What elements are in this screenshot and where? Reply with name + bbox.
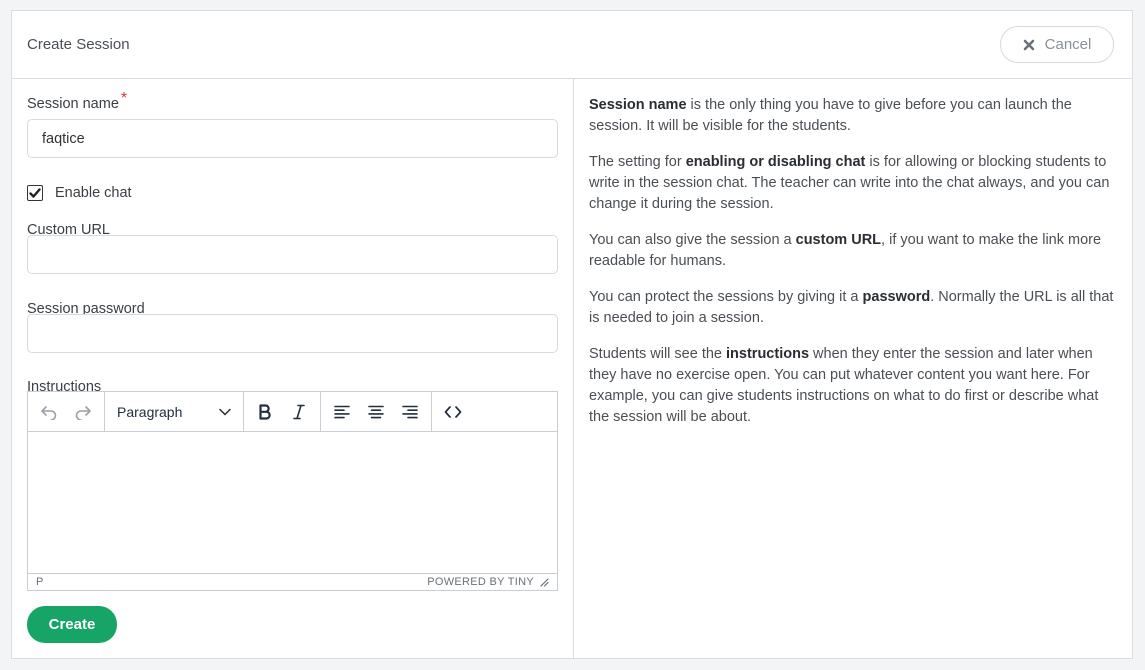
form-column: Session name* Enable chat Custom URL Ses… bbox=[12, 79, 574, 659]
align-right-button[interactable] bbox=[395, 397, 425, 427]
align-center-button[interactable] bbox=[361, 397, 391, 427]
required-marker: * bbox=[120, 90, 128, 107]
style-group bbox=[244, 392, 321, 431]
help-paragraph-instructions: Students will see the instructions when … bbox=[589, 346, 1099, 425]
checkmark-icon bbox=[29, 187, 41, 198]
panel-header: Create Session Cancel bbox=[12, 11, 1132, 79]
session-name-input[interactable] bbox=[27, 119, 558, 158]
powered-by-link[interactable]: POWERED BY TINY bbox=[427, 576, 534, 588]
help-column: Session name is the only thing you have … bbox=[574, 79, 1132, 659]
format-group: Paragraph bbox=[105, 392, 244, 431]
align-right-icon bbox=[402, 405, 418, 418]
align-center-icon bbox=[368, 405, 384, 418]
session-name-label: Session name * bbox=[27, 90, 127, 113]
block-format-select[interactable]: Paragraph bbox=[111, 404, 237, 420]
editor-toolbar: Paragraph bbox=[28, 392, 557, 432]
editor-statusbar: P POWERED BY TINY bbox=[28, 573, 557, 590]
code-icon bbox=[444, 405, 462, 418]
help-paragraph-chat: The setting for enabling or disabling ch… bbox=[589, 154, 1110, 212]
redo-icon bbox=[75, 405, 91, 420]
editor-content-area[interactable] bbox=[28, 432, 557, 573]
create-session-panel: Create Session Cancel Session name* Enab… bbox=[11, 10, 1133, 659]
instructions-editor: Paragraph P POWERED BY TINY bbox=[27, 391, 558, 591]
resize-handle-icon[interactable] bbox=[540, 577, 549, 587]
block-format-value: Paragraph bbox=[117, 403, 183, 420]
element-path: P bbox=[36, 576, 44, 588]
align-group bbox=[321, 392, 432, 431]
help-paragraph-custom-url: You can also give the session a custom U… bbox=[589, 232, 1102, 269]
undo-button[interactable] bbox=[34, 397, 64, 427]
align-left-icon bbox=[334, 405, 350, 418]
page-title: Create Session bbox=[27, 36, 130, 53]
enable-chat-label: Enable chat bbox=[55, 185, 132, 201]
italic-button[interactable] bbox=[284, 397, 314, 427]
help-paragraph-password: You can protect the sessions by giving i… bbox=[589, 289, 1114, 326]
close-icon bbox=[1023, 39, 1034, 50]
help-paragraph-session-name: Session name is the only thing you have … bbox=[589, 97, 1072, 134]
italic-icon bbox=[293, 404, 305, 419]
cancel-button[interactable]: Cancel bbox=[1000, 26, 1114, 63]
redo-button[interactable] bbox=[68, 397, 98, 427]
code-group bbox=[432, 392, 474, 431]
statusbar-right: POWERED BY TINY bbox=[427, 576, 549, 588]
history-group bbox=[28, 392, 105, 431]
source-code-button[interactable] bbox=[438, 397, 468, 427]
align-left-button[interactable] bbox=[327, 397, 357, 427]
enable-chat-row[interactable]: Enable chat bbox=[27, 185, 132, 201]
session-password-input[interactable] bbox=[27, 314, 558, 353]
bold-button[interactable] bbox=[250, 397, 280, 427]
create-button[interactable]: Create bbox=[27, 606, 117, 643]
cancel-label: Cancel bbox=[1044, 36, 1092, 53]
custom-url-input[interactable] bbox=[27, 235, 558, 274]
session-name-label-text: Session name bbox=[27, 96, 119, 112]
chevron-down-icon bbox=[219, 408, 231, 416]
enable-chat-checkbox[interactable] bbox=[27, 185, 43, 201]
bold-icon bbox=[259, 403, 271, 420]
undo-icon bbox=[41, 405, 57, 420]
